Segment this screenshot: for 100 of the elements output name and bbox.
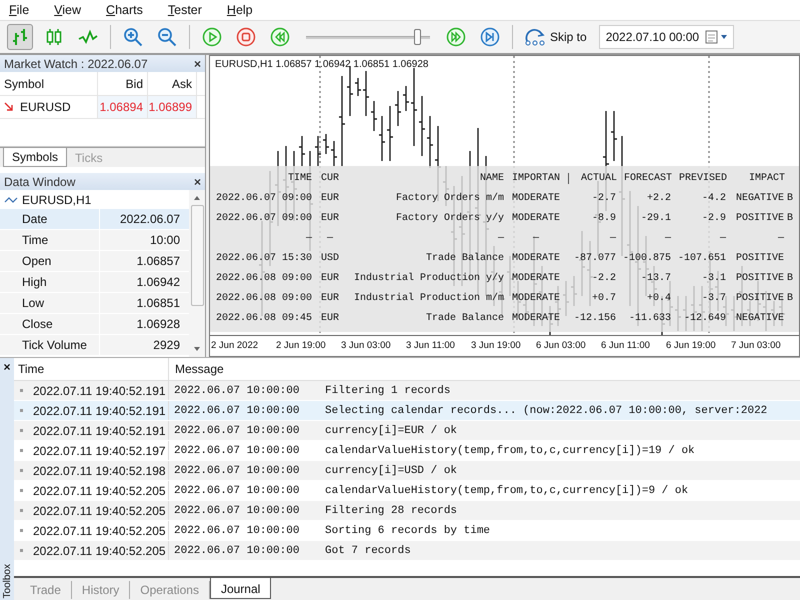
- data-row[interactable]: Date 2022.06.07: [0, 209, 189, 230]
- calendar-cell-text: 2022.06.08 09:00: [214, 272, 312, 284]
- data-label: Open: [0, 251, 100, 271]
- calendar-cell-text: NEGATIVE: [734, 192, 784, 204]
- candlestick-icon: [44, 28, 64, 46]
- log-time: 2022.07.11 19:40:52.191: [33, 404, 166, 418]
- log-time: 2022.07.11 19:40:52.198: [33, 464, 166, 478]
- down-arrow-icon: [4, 102, 14, 112]
- scroll-thumb[interactable]: [190, 205, 204, 306]
- calendar-cell-text: MODERATE: [510, 312, 561, 324]
- journal-row[interactable]: 2022.07.11 19:40:52.191 2022.06.07 10:00:00 currency[i]=EUR / ok: [14, 421, 800, 441]
- close-button[interactable]: ×: [3, 360, 10, 374]
- calendar-cell-text: POSITIVE: [734, 212, 784, 224]
- bullet-icon: [20, 549, 23, 552]
- menu-item[interactable]: Help: [218, 3, 269, 17]
- slider-thumb[interactable]: [414, 29, 421, 45]
- log-message: Selecting calendar records... (now:2022.06.07 10:00:00, server:2022: [325, 404, 768, 416]
- menu-item[interactable]: Tester: [158, 3, 218, 17]
- data-value: 1.06928: [136, 316, 181, 333]
- ask-price: 1.06899: [148, 96, 197, 118]
- log-time: 2022.07.11 19:40:52.205: [33, 524, 166, 538]
- calendar-cell-text: —: [608, 232, 616, 244]
- skip-to-end-icon: [480, 27, 500, 47]
- log-date: 2022.06.07 10:00:00: [173, 404, 300, 416]
- calendar-cell-text: +0.7: [590, 292, 616, 304]
- calendar-cell-text: -12.156: [572, 312, 616, 324]
- bullet-icon: [20, 489, 23, 492]
- close-button[interactable]: ×: [194, 174, 201, 188]
- bar-chart-icon: [10, 28, 30, 46]
- data-row[interactable]: Low 1.06851: [0, 293, 189, 314]
- calendar-header: FORECAST: [622, 172, 672, 184]
- journal-row[interactable]: 2022.07.11 19:40:52.205 2022.06.07 10:00:00 Filtering 28 records: [14, 501, 800, 521]
- data-row[interactable]: Close 1.06928: [0, 314, 189, 335]
- axis-label: 3 Jun 19:00: [470, 339, 522, 353]
- calendar-header: PREVISED: [678, 172, 727, 184]
- data-row[interactable]: Open 1.06857: [0, 251, 189, 272]
- column-header[interactable]: Ask: [148, 72, 197, 95]
- menu-item[interactable]: View: [45, 3, 98, 17]
- close-button[interactable]: ×: [194, 56, 201, 70]
- data-value: 10:00: [148, 232, 181, 249]
- axis-label: 7 Jun 03:00: [730, 339, 782, 353]
- symbol-name: EURUSD: [20, 100, 71, 114]
- data-label: Close: [0, 314, 100, 334]
- menu-item[interactable]: Charts: [97, 3, 159, 17]
- calendar-cell-text: B: [786, 292, 794, 304]
- column-header[interactable]: Time: [14, 358, 169, 380]
- log-time: 2022.07.11 19:40:52.205: [33, 504, 166, 518]
- data-row[interactable]: Tick Volume 2929: [0, 335, 189, 356]
- scroll-up-icon[interactable]: [193, 195, 201, 201]
- journal-row[interactable]: 2022.07.11 19:40:52.191 2022.06.07 10:00:00 Filtering 1 records: [14, 381, 800, 401]
- journal-row[interactable]: 2022.07.11 19:40:52.191 2022.06.07 10:00:00 Selecting calendar records... (now:2022.06.07 10:00:00, server:2022: [14, 401, 800, 421]
- data-label: High: [0, 272, 100, 292]
- axis-label: 6 Jun 11:00: [600, 339, 651, 353]
- menu-item[interactable]: File: [0, 3, 46, 17]
- calendar-cell-text: MODERATE: [510, 212, 561, 224]
- panel-title: Market Watch : 2022.06.07: [4, 56, 148, 70]
- calendar-cell-text: MODERATE: [510, 192, 561, 204]
- column-header[interactable]: Bid: [98, 72, 148, 95]
- scroll-down-icon[interactable]: [193, 346, 201, 352]
- data-row[interactable]: Time 10:00: [0, 230, 189, 251]
- calendar-cell-text: +2.2: [646, 192, 671, 204]
- column-header[interactable]: Message: [169, 362, 224, 376]
- calendar-cell-text: -87.077: [572, 252, 616, 264]
- log-message: Got 7 records: [325, 544, 411, 556]
- log-date: 2022.06.07 10:00:00: [173, 464, 300, 476]
- log-message: currency[i]=USD / ok: [325, 464, 458, 476]
- calendar-cell-text: 2022.06.08 09:00: [214, 292, 312, 304]
- calendar-cell-text: EUR: [320, 192, 340, 204]
- journal-row[interactable]: 2022.07.11 19:40:52.198 2022.06.07 10:00:00 currency[i]=USD / ok: [14, 461, 800, 481]
- date-field[interactable]: 2022.07.10 00:00: [598, 25, 734, 49]
- chart-type-button[interactable]: [7, 24, 33, 50]
- calendar-cell-text: —: [304, 232, 312, 244]
- log-date: 2022.06.07 10:00:00: [173, 444, 300, 456]
- column-header[interactable]: Symbol: [0, 72, 98, 95]
- calendar-cell-text: NEGATIVE: [734, 312, 784, 324]
- toolbox-tab[interactable]: Journal: [210, 578, 272, 599]
- data-label: Date: [0, 209, 100, 229]
- calendar-cell-text: -12.649: [682, 312, 726, 324]
- calendar-cell-text: -4.2: [700, 192, 726, 204]
- journal-row[interactable]: 2022.07.11 19:40:52.205 2022.06.07 10:00:00 Got 7 records: [14, 541, 800, 561]
- calendar-header: IMPACT: [748, 172, 785, 184]
- panel-tab[interactable]: Symbols: [3, 148, 68, 167]
- log-date: 2022.06.07 10:00:00: [173, 384, 300, 396]
- calendar-cell-text: POSITIVE: [734, 292, 784, 304]
- skip-to-button[interactable]: Skip to: [521, 24, 590, 50]
- data-label: Low: [0, 293, 100, 313]
- data-row[interactable]: High 1.06942: [0, 272, 189, 293]
- calendar-cell-text: -2.9: [700, 212, 726, 224]
- calendar-cell-text: -100.875: [622, 252, 671, 264]
- log-message: Filtering 28 records: [325, 504, 458, 516]
- axis-label: 3 Jun 11:00: [405, 339, 456, 353]
- calendar-cell-text: MODERATE: [510, 272, 561, 284]
- calendar-cell-text: MODERATE: [510, 292, 561, 304]
- log-date: 2022.06.07 10:00:00: [173, 524, 300, 536]
- speed-slider[interactable]: [306, 27, 430, 47]
- calendar-cell-text: B: [786, 192, 794, 204]
- bullet-icon: [20, 389, 23, 392]
- data-label: Time: [0, 230, 100, 250]
- scrollbar[interactable]: [189, 190, 205, 357]
- play-icon: [202, 27, 222, 47]
